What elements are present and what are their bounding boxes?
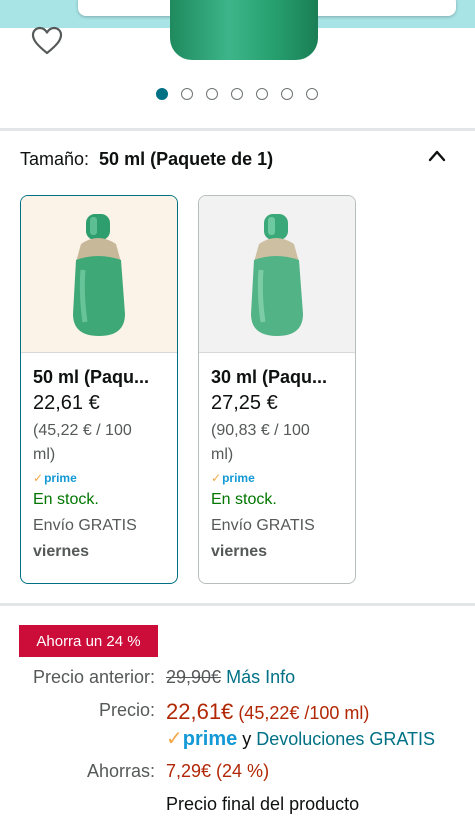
- delivery-day: viernes: [211, 543, 268, 560]
- carousel-dot[interactable]: [206, 88, 218, 100]
- carousel-dot[interactable]: [231, 88, 243, 100]
- prime-badge: ✓ prime: [211, 471, 355, 485]
- current-unit-price: (45,22€ /100 ml): [238, 703, 370, 723]
- perfume-bottle-icon: [73, 214, 125, 336]
- size-option-30ml[interactable]: 30 ml (Paqu... 27,25 € (90,83 € / 100 ml…: [198, 195, 356, 584]
- current-price-value: 22,61€: [166, 699, 234, 724]
- savings-value: 7,29€ (24 %): [166, 761, 270, 781]
- unit-price-line: ml): [211, 446, 234, 463]
- deal-badge: Ahorra un 24 %: [19, 625, 158, 657]
- carousel-dot[interactable]: [156, 88, 168, 100]
- free-returns-link[interactable]: Devoluciones GRATIS: [256, 729, 435, 749]
- image-carousel-dots: [156, 88, 318, 100]
- size-selector-header[interactable]: Tamaño: 50 ml (Paquete de 1): [20, 149, 273, 170]
- more-info-link[interactable]: Más Info: [226, 667, 295, 687]
- size-label: Tamaño:: [20, 149, 90, 169]
- unit-price-line: (90,83 € / 100: [211, 422, 310, 439]
- carousel-dot[interactable]: [256, 88, 268, 100]
- prime-label: prime: [182, 728, 238, 750]
- carousel-dot[interactable]: [306, 88, 318, 100]
- shipping-info: Envío GRATIS: [211, 517, 315, 534]
- and-text: y: [242, 729, 252, 749]
- option-price: 22,61 €: [33, 392, 100, 414]
- prime-check-icon: ✓: [211, 471, 222, 485]
- option-image: [199, 196, 355, 353]
- unit-price-line: ml): [33, 446, 56, 463]
- carousel-dot[interactable]: [181, 88, 193, 100]
- savings-label: Ahorras:: [86, 761, 155, 781]
- section-divider: [0, 128, 475, 131]
- previous-price-value: 29,90€: [166, 667, 222, 687]
- option-name: 50 ml (Paqu...: [33, 367, 150, 387]
- carousel-dot[interactable]: [281, 88, 293, 100]
- shipping-info: Envío GRATIS: [33, 517, 137, 534]
- option-image: [21, 196, 177, 353]
- section-divider: [0, 603, 475, 606]
- final-price-note: Precio final del producto: [166, 794, 360, 814]
- stock-status: En stock.: [33, 491, 99, 508]
- prime-label: prime: [44, 471, 77, 485]
- delivery-day: viernes: [33, 543, 90, 560]
- selected-size: 50 ml (Paquete de 1): [99, 149, 274, 169]
- product-image[interactable]: [170, 0, 318, 60]
- previous-price: 29,90€ Más Info: [166, 667, 295, 688]
- unit-price-line: (45,22 € / 100: [33, 422, 132, 439]
- prime-returns-row: ✓prime y Devoluciones GRATIS: [166, 726, 435, 751]
- price-label: Precio:: [98, 700, 155, 720]
- prime-label: prime: [222, 471, 255, 485]
- prime-check-icon: ✓: [166, 728, 183, 750]
- option-unit-price: (45,22 € / 100 ml): [33, 419, 177, 467]
- option-name: 30 ml (Paqu...: [211, 367, 328, 387]
- perfume-bottle-icon: [251, 214, 303, 336]
- prime-badge: ✓ prime: [33, 471, 177, 485]
- current-price: 22,61€ (45,22€ /100 ml): [166, 699, 369, 725]
- stock-status: En stock.: [211, 491, 277, 508]
- size-option-50ml[interactable]: 50 ml (Paqu... 22,61 € (45,22 € / 100 ml…: [20, 195, 178, 584]
- option-price: 27,25 €: [211, 392, 278, 414]
- chevron-up-icon[interactable]: [427, 148, 447, 162]
- previous-price-label: Precio anterior:: [32, 667, 155, 687]
- prime-check-icon: ✓: [33, 471, 44, 485]
- heart-icon[interactable]: [31, 26, 63, 56]
- option-unit-price: (90,83 € / 100 ml): [211, 419, 355, 467]
